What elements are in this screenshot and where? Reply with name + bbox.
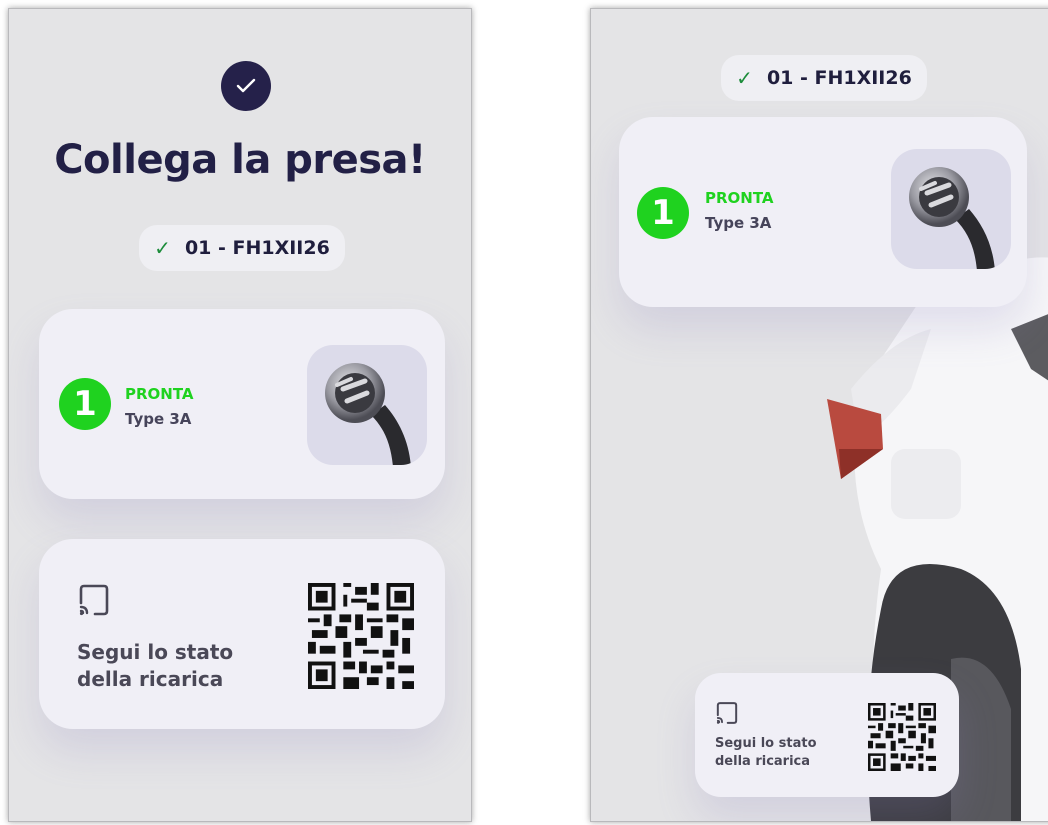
outlet-status: PRONTA — [125, 385, 194, 403]
connector-code-pill: ✓ 01 - FH1XII26 — [139, 225, 345, 271]
follow-text-line1: Segui lo stato — [715, 736, 817, 751]
outlet-card[interactable]: 1 PRONTA Type 3A — [39, 309, 445, 499]
follow-text-line1: Segui lo stato — [77, 640, 234, 664]
outlet-status: PRONTA — [705, 189, 774, 207]
cast-icon — [715, 701, 739, 729]
outlet-number: 1 — [59, 378, 111, 430]
follow-charge-card[interactable]: Segui lo stato della ricarica — [695, 673, 959, 797]
page-title: Collega la presa! — [54, 137, 426, 183]
outlet-card[interactable]: 1 PRONTA Type 3A — [619, 117, 1027, 307]
qr-code[interactable] — [867, 703, 937, 771]
plug-icon — [891, 149, 1011, 269]
follow-text-line2: della ricarica — [715, 753, 811, 769]
check-circle-icon — [221, 61, 271, 111]
qr-code[interactable] — [307, 583, 415, 689]
check-icon: ✓ — [154, 236, 171, 260]
plug-icon — [307, 345, 427, 465]
follow-text: Segui lo stato della ricarica — [77, 639, 233, 693]
outlet-type: Type 3A — [705, 214, 772, 232]
connector-code: 01 - FH1XII26 — [766, 67, 912, 89]
connector-code-pill: ✓ 01 - FH1XII26 — [721, 55, 927, 101]
screen-car-view: ✓ 01 - FH1XII26 1 PRONTA Type 3A Segui l… — [590, 8, 1048, 822]
check-icon: ✓ — [736, 66, 753, 90]
cast-icon — [77, 583, 111, 621]
screen-connect: Collega la presa! ✓ 01 - FH1XII26 1 PRON… — [8, 8, 472, 822]
connector-code: 01 - FH1XII26 — [184, 237, 330, 259]
follow-charge-card[interactable]: Segui lo stato della ricarica — [39, 539, 445, 729]
follow-text: Segui lo stato della ricarica — [715, 735, 817, 770]
outlet-type: Type 3A — [125, 410, 192, 428]
outlet-number: 1 — [637, 187, 689, 239]
follow-text-line2: della ricarica — [77, 667, 224, 691]
